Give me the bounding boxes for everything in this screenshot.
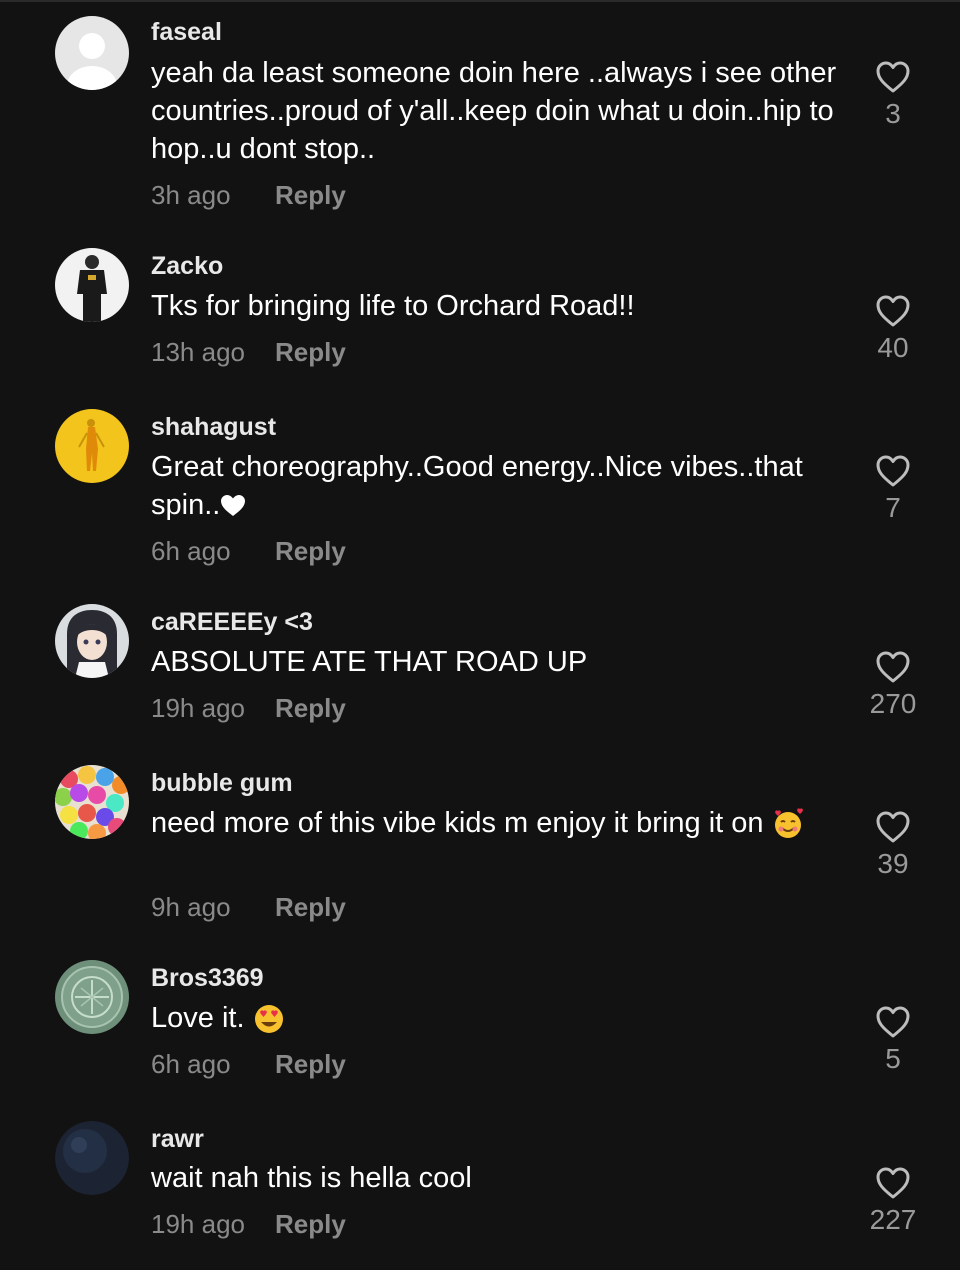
reply-button[interactable]: Reply [275, 1049, 346, 1080]
comment-username[interactable]: caREEEEy <3 [151, 608, 313, 637]
comment-text-body: Great choreography..Good energy..Nice vi… [151, 451, 803, 521]
like-count: 270 [869, 688, 917, 719]
comment-username[interactable]: Zacko [151, 252, 223, 281]
comment-meta: 9h ago Reply [151, 892, 346, 923]
like-button[interactable]: 7 [853, 454, 933, 524]
comment-text: Tks for bringing life to Orchard Road!! [151, 290, 635, 322]
comment-time: 13h ago [151, 337, 245, 367]
like-count: 40 [877, 332, 909, 363]
comment-username[interactable]: rawr [151, 1125, 204, 1154]
comment-username[interactable]: faseal [151, 18, 222, 47]
default-avatar-icon [55, 16, 129, 90]
reply-button[interactable]: Reply [275, 337, 346, 368]
like-count: 39 [877, 848, 909, 879]
heart-outline-icon [876, 1006, 910, 1038]
avatar[interactable] [55, 604, 129, 678]
avatar[interactable] [55, 409, 129, 483]
like-button[interactable]: 40 [853, 294, 933, 364]
heart-outline-icon [876, 651, 910, 683]
avatar[interactable] [55, 960, 129, 1034]
comment-time: 19h ago [151, 693, 245, 723]
like-button[interactable]: 270 [853, 650, 933, 720]
reply-button[interactable]: Reply [275, 1209, 346, 1240]
avatar[interactable] [55, 16, 129, 90]
comment-text-body: Love it. [151, 1002, 245, 1034]
like-button[interactable]: 5 [853, 1005, 933, 1075]
comment-text: yeah da least someone doin here ..always… [151, 57, 837, 165]
anime-character [55, 604, 129, 678]
smiling-face-with-hearts-emoji [772, 808, 804, 840]
like-count: 5 [885, 1043, 901, 1074]
comment-meta: 13h ago Reply [151, 337, 346, 368]
comment-text-body: need more of this vibe kids m enjoy it b… [151, 807, 764, 839]
comment-text: wait nah this is hella cool [151, 1162, 472, 1194]
heart-outline-icon [876, 455, 910, 487]
like-button[interactable]: 39 [853, 810, 933, 880]
person-photo [55, 248, 129, 322]
like-button[interactable]: 227 [853, 1166, 933, 1236]
comment-time: 6h ago [151, 1049, 231, 1079]
avatar[interactable] [55, 248, 129, 322]
comment-text: need more of this vibe kids m enjoy it b… [151, 804, 831, 842]
like-button[interactable]: 3 [853, 60, 933, 130]
comment-meta: 6h ago Reply [151, 1049, 346, 1080]
heart-outline-icon [876, 811, 910, 843]
comment-username[interactable]: shahagust [151, 413, 276, 442]
gumballs [55, 765, 129, 839]
reply-button[interactable]: Reply [275, 536, 346, 567]
comments-panel: faseal yeah da least someone doin here .… [0, 0, 960, 1270]
dark-sphere [55, 1121, 129, 1195]
comment-username[interactable]: Bros3369 [151, 964, 264, 993]
comment-time: 19h ago [151, 1209, 245, 1239]
reply-button[interactable]: Reply [275, 180, 346, 211]
like-count: 3 [885, 98, 901, 129]
comment-time: 3h ago [151, 180, 231, 210]
avatar[interactable] [55, 765, 129, 839]
heart-outline-icon [876, 1167, 910, 1199]
comment-time: 6h ago [151, 536, 231, 566]
comment-text: ABSOLUTE ATE THAT ROAD UP [151, 646, 588, 678]
like-count: 227 [869, 1204, 917, 1235]
heart-outline-icon [876, 295, 910, 327]
white-heart-emoji [220, 494, 246, 518]
comment-meta: 19h ago Reply [151, 1209, 346, 1240]
comment-text: Love it. [151, 999, 841, 1037]
green-emblem [55, 960, 129, 1034]
comment-time: 9h ago [151, 892, 231, 922]
yellow-figure [55, 409, 129, 483]
heart-outline-icon [876, 61, 910, 93]
comment-username[interactable]: bubble gum [151, 769, 293, 798]
heart-eyes-emoji [253, 1003, 285, 1035]
reply-button[interactable]: Reply [275, 892, 346, 923]
comment-meta: 3h ago Reply [151, 180, 346, 211]
like-count: 7 [885, 492, 901, 523]
comment-meta: 19h ago Reply [151, 693, 346, 724]
avatar[interactable] [55, 1121, 129, 1195]
reply-button[interactable]: Reply [275, 693, 346, 724]
comment-meta: 6h ago Reply [151, 536, 346, 567]
comment-text: Great choreography..Good energy..Nice vi… [151, 448, 851, 524]
